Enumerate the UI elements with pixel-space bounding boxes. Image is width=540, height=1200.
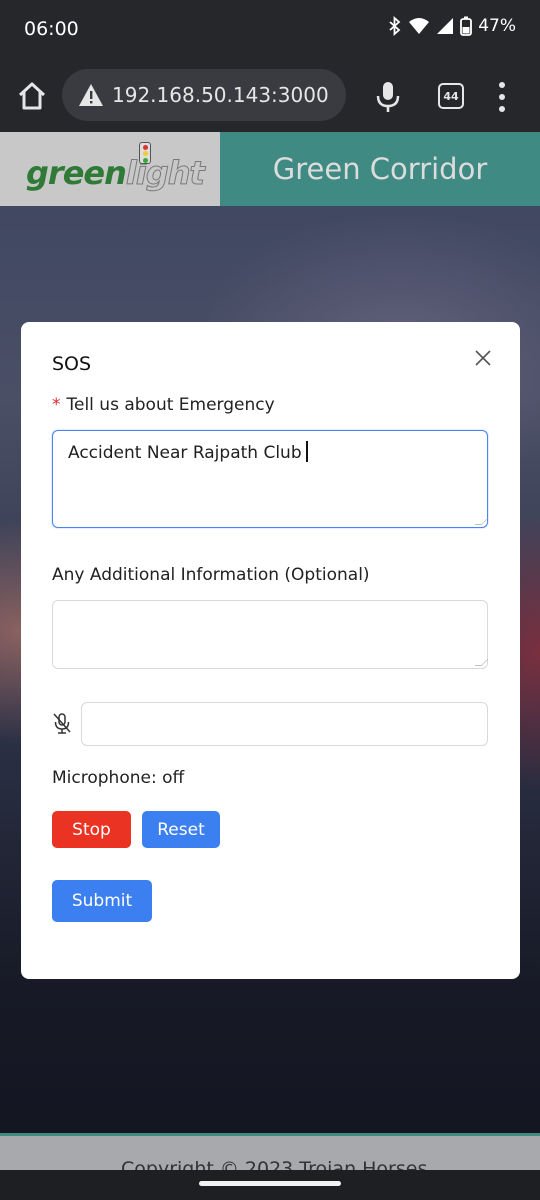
required-asterisk: * [52,395,61,415]
logo-text-green: green [26,154,127,192]
tab-switcher-button[interactable]: 44 [438,83,464,109]
url-text: 192.168.50.143:3000 [112,83,329,107]
app-header: greenlight Green Corridor [0,132,540,206]
additional-info-textarea[interactable] [52,600,489,669]
status-bar: 06:00 47% [0,0,540,58]
modal-title: SOS [52,353,92,375]
resize-handle[interactable] [474,518,489,525]
text-caret [305,441,308,462]
close-icon[interactable] [473,348,493,368]
browser-menu-button[interactable] [492,82,512,112]
logo-text-light: light [125,154,205,193]
browser-toolbar: 192.168.50.143:3000 44 [0,58,540,132]
app-title: Green Corridor [220,132,540,206]
emergency-text: Accident Near Rajpath Club [68,443,302,463]
additional-info-label: Any Additional Information (Optional) [52,565,370,585]
reset-button[interactable]: Reset [142,811,220,848]
address-bar[interactable]: 192.168.50.143:3000 [62,69,346,121]
sos-modal: SOS * Tell us about Emergency Accident Ne… [21,322,520,979]
signal-icon [437,18,454,34]
greenlight-logo[interactable]: greenlight [0,132,220,206]
microphone-off-icon[interactable] [52,712,72,734]
home-icon[interactable] [14,78,50,114]
emergency-textarea[interactable]: Accident Near Rajpath Club [52,430,489,528]
traffic-light-icon [139,142,151,164]
bluetooth-icon [389,16,401,36]
status-icons: 47% [388,16,516,36]
status-time: 06:00 [24,18,79,40]
resize-handle[interactable] [474,659,489,666]
microphone-status: Microphone: off [52,768,185,788]
battery-icon [460,16,473,36]
home-gesture-handle[interactable] [199,1181,341,1186]
battery-percent: 47% [478,16,516,36]
system-nav-bar [0,1170,540,1200]
emergency-label: * Tell us about Emergency [52,395,275,415]
wifi-icon [409,18,430,34]
stop-button[interactable]: Stop [52,811,131,848]
speech-transcript-input[interactable] [81,702,488,746]
warning-triangle-icon[interactable] [78,83,104,107]
submit-button[interactable]: Submit [52,880,152,922]
microphone-icon[interactable] [374,80,402,114]
